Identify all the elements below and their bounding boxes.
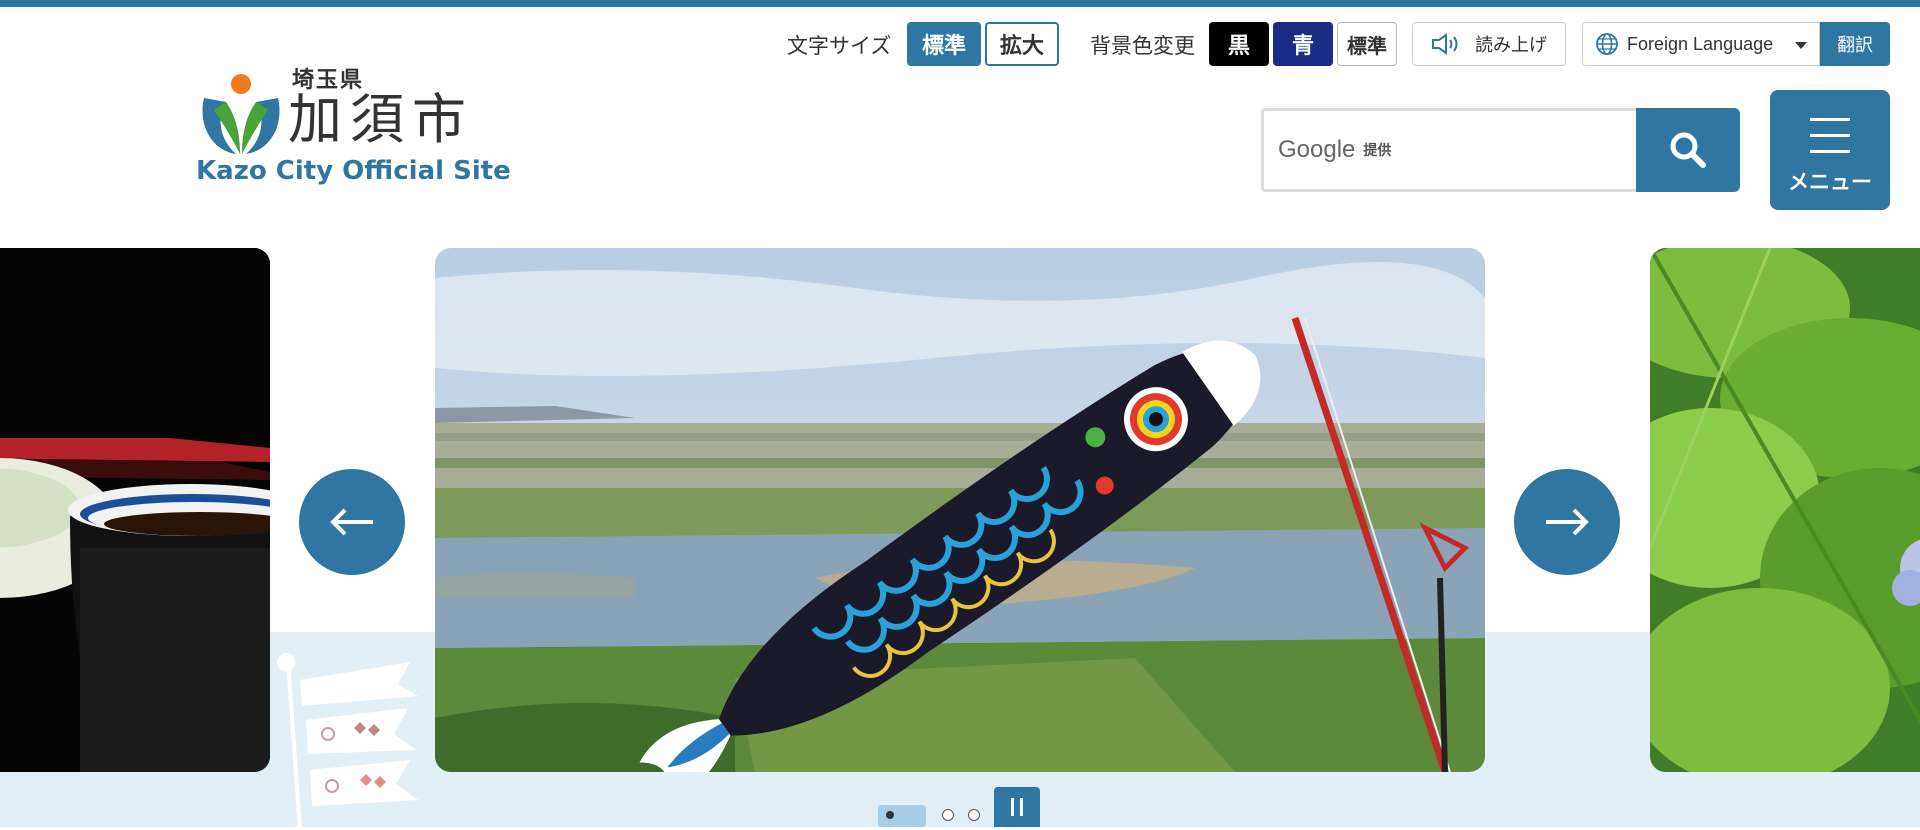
speaker-icon — [1432, 33, 1458, 55]
slide-previous-image — [0, 248, 270, 772]
slide-next-image — [1650, 248, 1920, 772]
pause-icon — [1011, 798, 1014, 816]
carousel-slide-next[interactable] — [1650, 248, 1920, 772]
city-emblem-icon — [202, 74, 280, 154]
top-accent-bar — [0, 0, 1920, 7]
language-select[interactable]: Foreign Language — [1582, 22, 1820, 66]
carousel-next-button[interactable] — [1514, 469, 1620, 575]
font-size-large-button[interactable]: 拡大 — [985, 22, 1059, 66]
search-icon — [1670, 132, 1706, 168]
globe-icon — [1596, 33, 1618, 55]
menu-button[interactable]: メニュー — [1770, 90, 1890, 210]
menu-label: メニュー — [1788, 170, 1872, 194]
city-name: 加須市 — [288, 88, 474, 151]
search-input[interactable]: Google 提供 — [1261, 108, 1639, 192]
carousel-slide-previous[interactable] — [0, 248, 270, 772]
translate-button[interactable]: 翻訳 — [1820, 22, 1890, 66]
background-black-button[interactable]: 黒 — [1209, 22, 1269, 66]
carousel-slide-current[interactable] — [435, 248, 1485, 772]
google-label: Google — [1278, 136, 1356, 163]
carousel-dot[interactable] — [968, 809, 980, 821]
arrow-left-icon — [330, 508, 373, 536]
carousel-dot[interactable] — [942, 809, 954, 821]
arrow-right-icon — [1546, 508, 1589, 536]
font-size-label: 文字サイズ — [787, 34, 892, 58]
font-size-standard-button[interactable]: 標準 — [907, 22, 981, 66]
carousel-prev-button[interactable] — [299, 469, 405, 575]
background-color-label: 背景色変更 — [1090, 34, 1195, 58]
koinobori-decoration — [277, 653, 418, 830]
read-aloud-button[interactable]: 読み上げ — [1412, 22, 1566, 66]
search-button[interactable] — [1636, 108, 1740, 192]
language-selected-label: Foreign Language — [1627, 33, 1774, 54]
carousel-pause-button[interactable] — [994, 787, 1040, 827]
slide-current-image — [435, 248, 1485, 772]
carousel-dot-active[interactable] — [878, 805, 926, 827]
site-subtitle: Kazo City Official Site — [196, 156, 511, 186]
site-logo[interactable]: 埼玉県 加須市 Kazo City Official Site — [196, 62, 511, 192]
hamburger-icon — [1810, 118, 1850, 166]
read-aloud-label: 読み上げ — [1475, 35, 1547, 56]
background-standard-button[interactable]: 標準 — [1337, 22, 1397, 66]
background-blue-button[interactable]: 青 — [1273, 22, 1333, 66]
google-provided-label: 提供 — [1363, 143, 1392, 159]
chevron-down-icon — [1795, 42, 1807, 49]
